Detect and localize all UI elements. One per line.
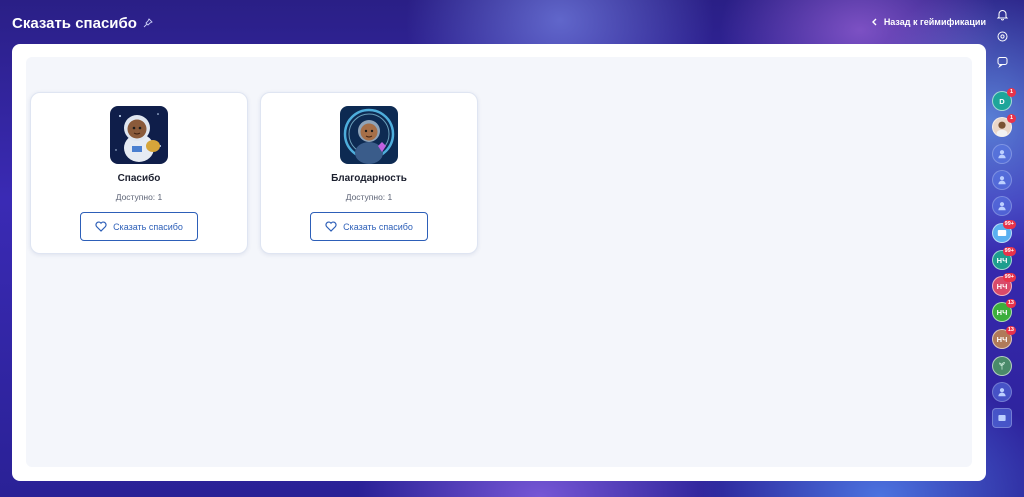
user-icon <box>998 176 1006 185</box>
contact-avatar[interactable] <box>992 382 1012 402</box>
contact-avatar[interactable] <box>992 408 1012 428</box>
heart-icon <box>325 221 337 232</box>
availability-text: Доступно: 1 <box>345 192 393 202</box>
settings-icon[interactable] <box>993 27 1011 45</box>
contact-avatar[interactable]: НЧ 99+ <box>992 273 1016 296</box>
unread-badge: 99+ <box>1002 273 1016 282</box>
card-title: Благодарность <box>331 173 407 184</box>
user-icon <box>998 388 1006 397</box>
back-to-gamification-link[interactable]: Назад к геймификации <box>871 14 986 30</box>
back-link-label: Назад к геймификации <box>883 17 986 27</box>
heart-icon <box>95 221 107 232</box>
cards-area: Спасибо Доступно: 1 Сказать спасибо Благ… <box>26 57 972 467</box>
unread-badge: 13 <box>1005 299 1016 308</box>
contact-avatar[interactable]: 1 <box>992 114 1016 137</box>
card-title: Спасибо <box>117 173 161 184</box>
chevron-left-icon <box>871 18 877 26</box>
contact-avatar[interactable]: НЧ 13 <box>992 299 1016 322</box>
chat-icon[interactable] <box>993 52 1011 70</box>
unread-badge: 13 <box>1005 326 1016 335</box>
page-title: Сказать спасибо <box>12 14 137 32</box>
user-icon <box>998 202 1006 211</box>
availability-text: Доступно: 1 <box>115 192 163 202</box>
group-icon <box>998 415 1006 421</box>
bell-icon[interactable] <box>993 5 1011 23</box>
contact-avatar[interactable]: D1 <box>992 88 1016 111</box>
astronaut-image <box>110 106 168 164</box>
main-panel: Спасибо Доступно: 1 Сказать спасибо Благ… <box>12 44 986 481</box>
say-thanks-label: Сказать спасибо <box>113 221 183 232</box>
contact-avatar[interactable]: НЧ 99+ <box>992 247 1016 270</box>
contact-avatar[interactable] <box>992 196 1012 216</box>
say-thanks-button[interactable]: Сказать спасибо <box>310 212 428 241</box>
unread-badge: 1 <box>1007 88 1016 97</box>
say-thanks-button[interactable]: Сказать спасибо <box>80 212 198 241</box>
thanks-card: Спасибо Доступно: 1 Сказать спасибо <box>30 92 248 254</box>
unread-badge: 99+ <box>1002 220 1016 229</box>
contact-avatar[interactable]: НЧ 13 <box>992 326 1016 349</box>
page-header: Сказать спасибо <box>12 12 153 34</box>
contact-avatar[interactable] <box>992 144 1012 164</box>
hero-image <box>340 106 398 164</box>
plant-icon <box>999 361 1005 370</box>
contact-avatar[interactable] <box>992 170 1012 190</box>
contact-avatar[interactable]: 99+ <box>992 220 1016 243</box>
gratitude-card: Благодарность Доступно: 1 Сказать спасиб… <box>260 92 478 254</box>
right-rail: D1 1 99+ НЧ 99+ НЧ 99+ НЧ 13 НЧ 13 <box>984 0 1020 497</box>
contact-avatar[interactable] <box>992 356 1012 376</box>
say-thanks-label: Сказать спасибо <box>343 221 413 232</box>
pin-icon[interactable] <box>143 18 153 28</box>
unread-badge: 1 <box>1007 114 1016 123</box>
user-icon <box>998 150 1006 159</box>
unread-badge: 99+ <box>1002 247 1016 256</box>
